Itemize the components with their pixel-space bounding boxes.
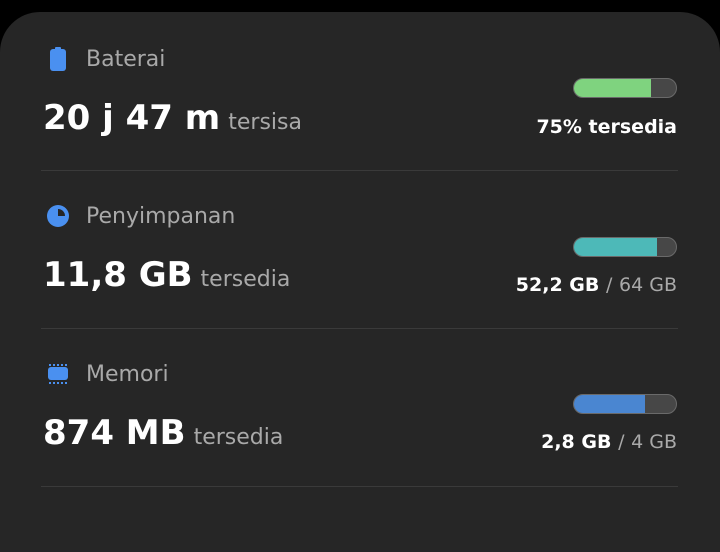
- divider: [41, 486, 678, 487]
- pie-chart-icon: [44, 202, 72, 230]
- battery-remaining: 20 j 47 m tersisa: [43, 98, 302, 138]
- battery-level-fill: [574, 79, 651, 97]
- memory-usage-bar: [573, 394, 677, 414]
- storage-title-row: Penyimpanan: [44, 202, 235, 230]
- device-care-card: Baterai 20 j 47 m tersisa 75% tersedia P…: [0, 12, 720, 552]
- battery-title-row: Baterai: [44, 45, 165, 73]
- storage-usage-fill: [574, 238, 658, 256]
- memory-usage-fill: [574, 395, 646, 413]
- memory-title-row: Memori: [44, 360, 169, 388]
- memory-available-value: 874 MB: [43, 413, 186, 453]
- memory-used: 2,8 GB: [541, 431, 612, 453]
- memory-title: Memori: [86, 361, 169, 387]
- battery-available-text: 75% tersedia: [536, 116, 677, 138]
- memory-available: 874 MB tersedia: [43, 413, 283, 453]
- battery-section[interactable]: Baterai 20 j 47 m tersisa 75% tersedia: [0, 12, 720, 170]
- memory-available-suffix: tersedia: [193, 425, 284, 450]
- storage-usage-text: 52,2 GB / 64 GB: [516, 274, 677, 296]
- memory-total: 4 GB: [631, 431, 677, 453]
- storage-separator: /: [605, 274, 613, 296]
- memory-chip-icon: [44, 360, 72, 388]
- storage-used: 52,2 GB: [515, 274, 600, 296]
- battery-time-suffix: tersisa: [228, 110, 302, 135]
- storage-available-value: 11,8 GB: [43, 255, 193, 295]
- storage-total: 64 GB: [619, 274, 677, 296]
- battery-title: Baterai: [86, 46, 166, 72]
- storage-available: 11,8 GB tersedia: [43, 255, 290, 295]
- battery-icon: [44, 45, 72, 73]
- battery-level-bar: [573, 78, 677, 98]
- storage-usage-bar: [573, 237, 677, 257]
- memory-section[interactable]: Memori 874 MB tersedia 2,8 GB / 4 GB: [0, 329, 720, 487]
- storage-section[interactable]: Penyimpanan 11,8 GB tersedia 52,2 GB / 6…: [0, 171, 720, 329]
- storage-available-suffix: tersedia: [200, 267, 291, 292]
- battery-time-value: 20 j 47 m: [43, 98, 221, 138]
- memory-usage-text: 2,8 GB / 4 GB: [541, 431, 677, 453]
- memory-separator: /: [618, 431, 625, 453]
- storage-title: Penyimpanan: [86, 203, 236, 229]
